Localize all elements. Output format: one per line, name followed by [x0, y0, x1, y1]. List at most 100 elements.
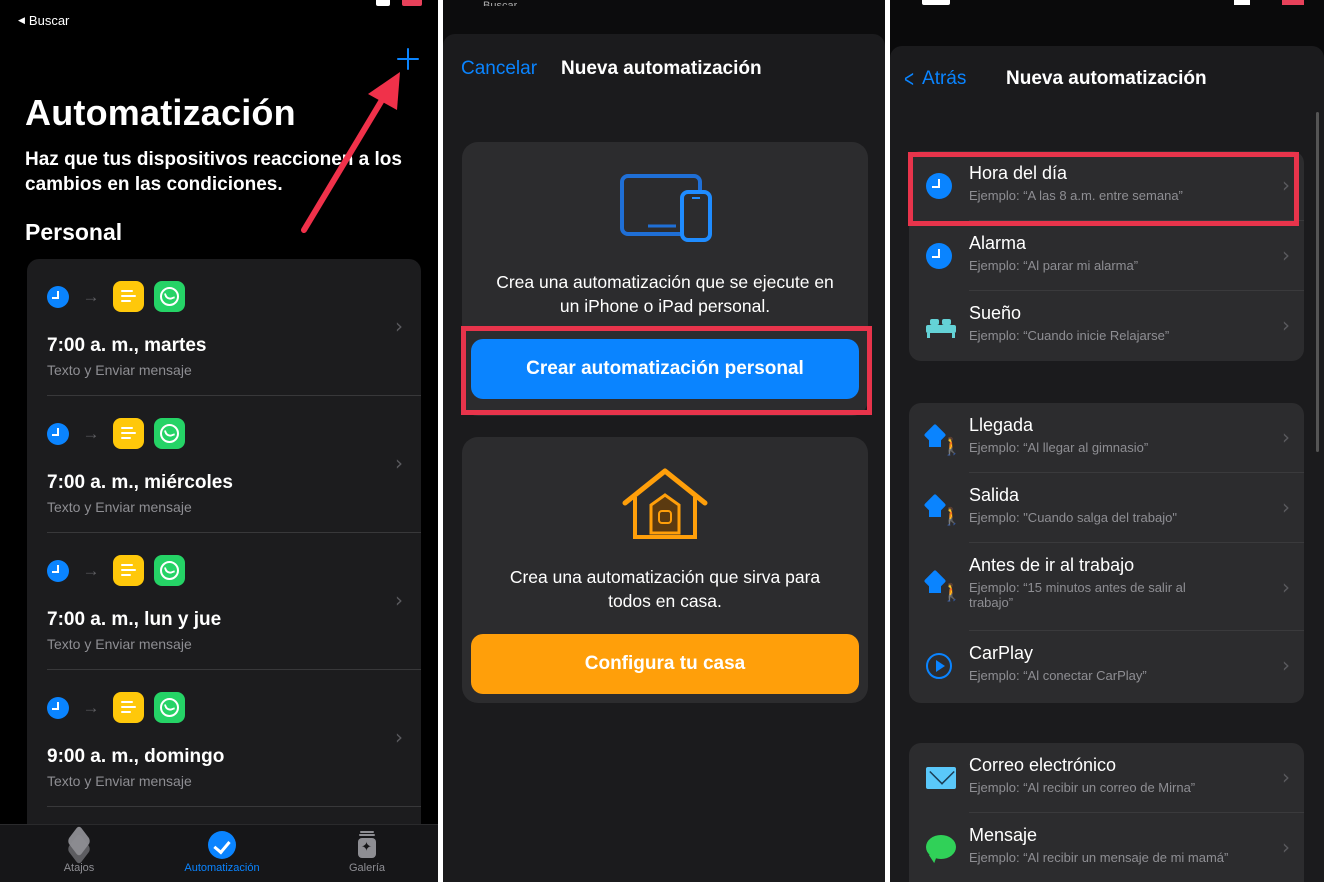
home-description-line1: Crea una automatización que sirva para: [509, 567, 821, 587]
section-heading-personal: Personal: [25, 219, 123, 245]
chevron-right-icon: ›: [395, 588, 403, 612]
add-automation-button[interactable]: [393, 44, 423, 74]
clock-icon: [47, 559, 69, 582]
whatsapp-icon: [154, 281, 185, 312]
automation-title: 9:00 a. m., domingo: [47, 746, 225, 767]
chevron-right-icon: ›: [1282, 835, 1290, 859]
automation-title: 7:00 a. m., miércoles: [47, 472, 233, 493]
row-subtitle: Ejemplo: “15 minutos antes de salir al t…: [969, 580, 1186, 610]
cancel-button[interactable]: Cancelar: [461, 58, 537, 80]
row-title: Salida: [969, 485, 1020, 505]
tab-gallery[interactable]: Galería: [312, 831, 422, 874]
automation-icons: →: [47, 692, 185, 723]
automation-subtitle: Texto y Enviar mensaje: [47, 773, 192, 789]
trigger-group-location: 🚶 Llegada Ejemplo: “Al llegar al gimnasi…: [909, 403, 1304, 703]
back-to-search-link[interactable]: ◀ Buscar: [18, 13, 69, 28]
arrow-right-icon: →: [82, 697, 100, 717]
row-title: CarPlay: [969, 643, 1034, 663]
trigger-row-carplay[interactable]: CarPlay Ejemplo: “Al conectar CarPlay” ›: [909, 631, 1304, 701]
personal-description-line2: un iPhone o iPad personal.: [559, 296, 771, 316]
clock-icon: [47, 696, 69, 719]
tab-bar: Atajos Automatización Galería: [0, 824, 438, 882]
row-title: Llegada: [969, 415, 1034, 435]
text-action-icon: [113, 418, 144, 449]
divider: [47, 806, 421, 807]
message-icon: [926, 835, 956, 859]
scroll-indicator[interactable]: [1316, 112, 1319, 452]
trigger-row-sleep[interactable]: Sueño Ejemplo: “Cuando inicie Relajarse”…: [909, 291, 1304, 361]
new-automation-type-screen: Buscar Cancelar Nueva automatización Cre…: [443, 0, 885, 882]
back-label: Atrás: [922, 68, 967, 89]
commute-icon: 🚶: [926, 571, 962, 602]
status-bar-text: Buscar: [483, 0, 518, 6]
carplay-icon: [926, 653, 952, 679]
sheet-title: Nueva automatización: [561, 58, 762, 79]
automation-subtitle: Texto y Enviar mensaje: [47, 362, 192, 378]
tab-automation[interactable]: Automatización: [167, 831, 277, 874]
automation-title: 7:00 a. m., lun y jue: [47, 609, 222, 630]
automation-item[interactable]: → 9:00 a. m., domingo Texto y Enviar men…: [27, 670, 421, 807]
arrow-right-icon: →: [82, 560, 100, 580]
chevron-right-icon: ›: [395, 725, 403, 749]
text-action-icon: [113, 281, 144, 312]
tab-shortcuts[interactable]: Atajos: [24, 831, 134, 874]
chevron-right-icon: ›: [395, 314, 403, 338]
chevron-right-icon: ›: [395, 451, 403, 475]
chevron-right-icon: ›: [1282, 495, 1290, 519]
status-bar: [376, 0, 422, 7]
row-subtitle: Ejemplo: “Al conectar CarPlay”: [969, 668, 1147, 683]
arrive-home-icon: 🚶: [926, 425, 962, 456]
row-title: Mensaje: [969, 825, 1038, 845]
automation-screen: ◀ Buscar Automatización Haz que tus disp…: [0, 0, 438, 882]
row-title: Sueño: [969, 303, 1022, 323]
row-title: Correo electrónico: [969, 755, 1117, 775]
row-title: Antes de ir al trabajo: [969, 555, 1135, 575]
whatsapp-icon: [154, 555, 185, 586]
home-automation-card: Crea una automatización que sirva para t…: [462, 437, 868, 703]
chevron-right-icon: ›: [1282, 575, 1290, 599]
row-title: Alarma: [969, 233, 1027, 253]
alarm-clock-icon: [926, 243, 952, 269]
signal-icon: [376, 0, 390, 6]
highlight-box: [461, 326, 872, 415]
home-description-line2: todos en casa.: [608, 591, 722, 611]
chevron-right-icon: ›: [1282, 425, 1290, 449]
trigger-row-before-work[interactable]: 🚶 Antes de ir al trabajo Ejemplo: “15 mi…: [909, 543, 1304, 631]
automation-item[interactable]: → 7:00 a. m., miércoles Texto y Enviar m…: [27, 396, 421, 533]
whatsapp-icon: [154, 418, 185, 449]
sheet-title: Nueva automatización: [1006, 68, 1207, 89]
automation-item[interactable]: → 7:00 a. m., lun y jue Texto y Enviar m…: [27, 533, 421, 670]
highlight-box: [908, 152, 1299, 226]
automation-item[interactable]: → 7:00 a. m., martes Texto y Enviar mens…: [27, 259, 421, 396]
trigger-row-leave[interactable]: 🚶 Salida Ejemplo: "Cuando salga del trab…: [909, 473, 1304, 543]
tab-label: Automatización: [184, 862, 260, 874]
back-button[interactable]: < Atrás: [902, 67, 967, 91]
automation-icons: →: [47, 555, 185, 586]
trigger-row-email[interactable]: Correo electrónico Ejemplo: “Al recibir …: [909, 743, 1304, 813]
row-subtitle: Ejemplo: “Al parar mi alarma”: [969, 258, 1139, 273]
trigger-row-alarm[interactable]: Alarma Ejemplo: “Al parar mi alarma” ›: [909, 221, 1304, 291]
page-title: Automatización: [25, 92, 296, 133]
chevron-right-icon: ›: [1282, 243, 1290, 267]
bed-icon: [926, 313, 956, 339]
automation-subtitle: Texto y Enviar mensaje: [47, 499, 192, 515]
arrow-right-icon: →: [82, 286, 100, 306]
row-subtitle: Ejemplo: “Al recibir un mensaje de mi ma…: [969, 850, 1229, 865]
status-bar: [1234, 0, 1304, 5]
trigger-row-message[interactable]: Mensaje Ejemplo: “Al recibir un mensaje …: [909, 813, 1304, 882]
chevron-right-icon: ›: [1282, 765, 1290, 789]
annotation-arrow-icon: [301, 72, 400, 233]
layers-icon: [65, 831, 93, 859]
mail-icon: [926, 767, 956, 789]
back-triangle-icon: ◀: [18, 15, 25, 25]
row-subtitle: Ejemplo: “Al recibir un correo de Mirna”: [969, 780, 1196, 795]
row-subtitle: Ejemplo: "Cuando salga del trabajo": [969, 510, 1177, 525]
text-action-icon: [113, 555, 144, 586]
trigger-row-arrive[interactable]: 🚶 Llegada Ejemplo: “Al llegar al gimnasi…: [909, 403, 1304, 473]
clock-icon: [47, 285, 69, 308]
leave-home-icon: 🚶: [926, 495, 962, 526]
clock-icon: [47, 422, 69, 445]
chevron-right-icon: ›: [1282, 653, 1290, 677]
automation-icons: →: [47, 418, 185, 449]
set-up-home-button[interactable]: Configura tu casa: [471, 634, 859, 694]
